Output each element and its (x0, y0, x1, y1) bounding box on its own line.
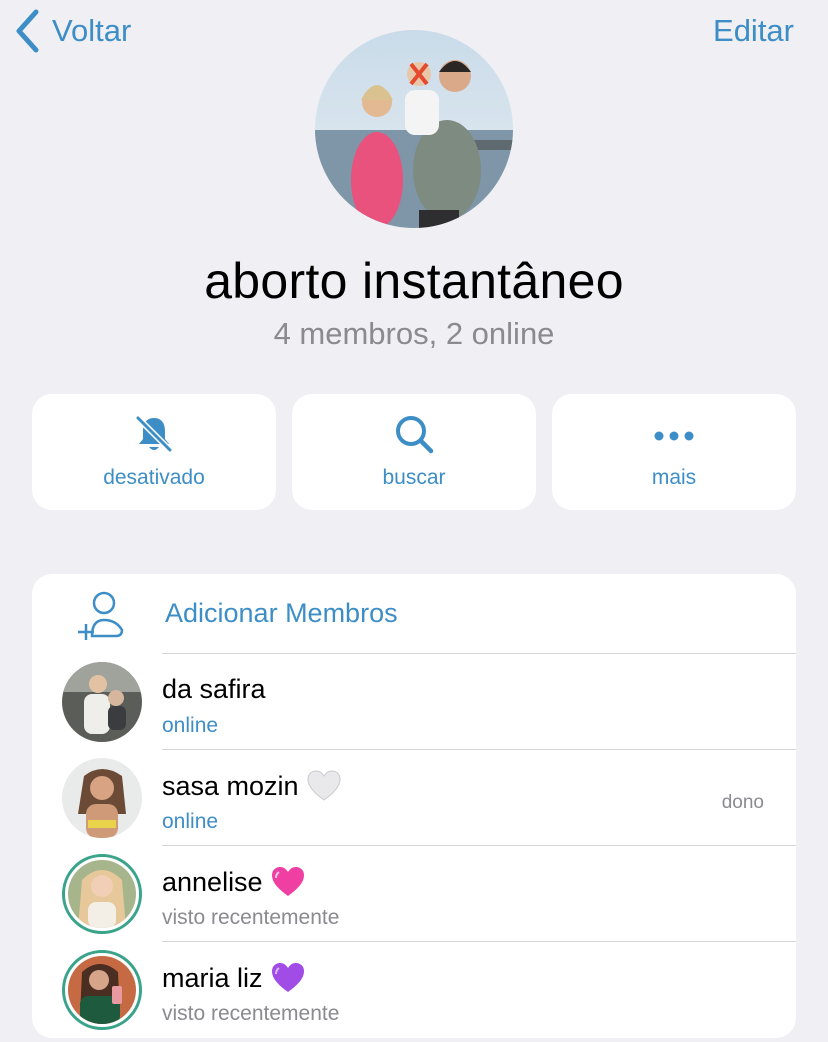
member-row[interactable]: da safira online (32, 654, 796, 750)
more-label: mais (651, 466, 697, 489)
more-dots-icon (654, 431, 694, 441)
mute-label: desativado (103, 466, 205, 489)
add-user-icon (78, 591, 124, 640)
member-row[interactable]: maria liz visto recentemente (32, 942, 796, 1038)
member-row[interactable]: annelise visto recentemente (32, 846, 796, 942)
member-status: visto recentemente (162, 1002, 340, 1025)
member-name: sasa mozin (162, 770, 341, 802)
avatar (62, 662, 142, 742)
white-heart-icon (307, 770, 341, 801)
purple-heart-icon (271, 963, 304, 992)
mute-button[interactable]: desativado (32, 394, 276, 510)
search-button[interactable]: buscar (292, 394, 536, 510)
member-row[interactable]: sasa mozin online dono (32, 750, 796, 846)
search-label: buscar (382, 466, 446, 489)
member-name: annelise (162, 866, 305, 898)
member-name: maria liz (162, 962, 305, 994)
group-title: aborto instantâneo (204, 253, 624, 309)
owner-badge: dono (721, 792, 764, 813)
avatar (62, 950, 142, 1030)
group-member-count: 4 membros, 2 online (273, 316, 555, 351)
edit-button[interactable]: Editar (713, 8, 794, 54)
member-status: online (162, 714, 219, 737)
back-label: Voltar (52, 13, 132, 48)
avatar (62, 758, 142, 838)
member-status: visto recentemente (162, 906, 340, 929)
member-status: online (162, 810, 219, 833)
avatar (62, 854, 142, 934)
bell-slash-icon (135, 415, 173, 453)
back-button[interactable]: Voltar (14, 8, 131, 54)
action-buttons: desativado buscar mais (32, 394, 796, 510)
add-members-label: Adicionar Membros (165, 598, 398, 628)
group-avatar[interactable] (315, 30, 513, 228)
chevron-left-icon (16, 9, 39, 53)
more-button[interactable]: mais (552, 394, 796, 510)
search-icon (396, 416, 434, 454)
group-photo-image (315, 30, 513, 228)
member-name: da safira (162, 674, 266, 704)
pink-heart-icon (271, 867, 304, 896)
add-members-button[interactable]: Adicionar Membros (32, 574, 796, 654)
members-list: Adicionar Membros da safira online sasa … (32, 574, 796, 1038)
